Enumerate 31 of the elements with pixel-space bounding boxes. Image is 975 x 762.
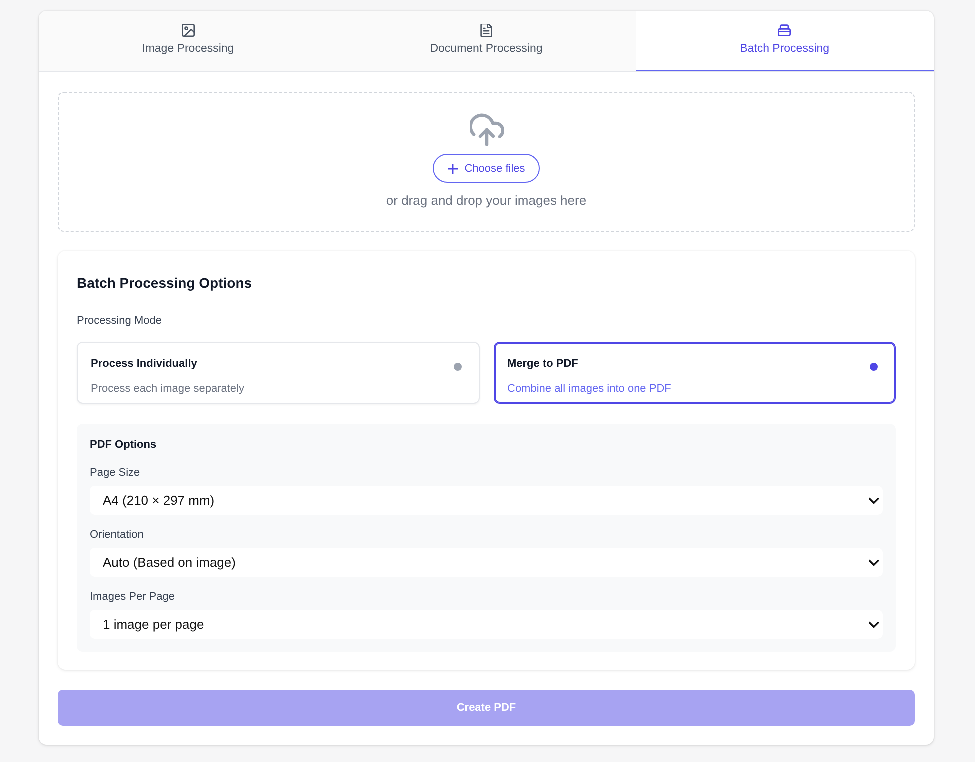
option-title: Merge to PDF bbox=[508, 357, 580, 372]
select-field[interactable]: 1 image per page bbox=[90, 610, 883, 639]
document-icon bbox=[480, 24, 493, 37]
section-title: Batch Processing Options bbox=[77, 274, 252, 293]
image-icon bbox=[182, 24, 195, 37]
chevron-down-icon bbox=[869, 620, 879, 630]
option-description: Process each image separately bbox=[91, 382, 246, 397]
tab[interactable]: Image Processing bbox=[39, 11, 338, 71]
choose-files-button[interactable]: Choose files bbox=[433, 154, 540, 183]
chevron-down-icon bbox=[869, 496, 879, 506]
option-description: Combine all images into one PDF bbox=[508, 382, 672, 397]
field-label: Orientation bbox=[90, 528, 144, 543]
select-field[interactable]: A4 (210 × 297 mm) bbox=[90, 486, 883, 515]
field-label: Images Per Page bbox=[90, 590, 175, 605]
mode-option[interactable]: Process Individually Process each image separately bbox=[77, 342, 480, 404]
radio-dot-icon bbox=[454, 363, 462, 371]
drop-hint: or drag and drop your images here bbox=[386, 193, 587, 209]
chevron-down-icon bbox=[869, 558, 879, 568]
option-title: Process Individually bbox=[91, 357, 198, 372]
plus-icon bbox=[448, 164, 458, 174]
mode-option[interactable]: Merge to PDF Combine all images into one PDF bbox=[494, 342, 896, 404]
select-field[interactable]: Auto (Based on image) bbox=[90, 548, 883, 577]
field-label: Processing Mode bbox=[77, 314, 162, 329]
tab[interactable]: Document Processing bbox=[337, 11, 636, 71]
drop-zone[interactable]: Choose files or drag and drop your images here bbox=[58, 92, 915, 232]
radio-dot-icon bbox=[870, 363, 878, 371]
tab[interactable]: Batch Processing bbox=[636, 11, 934, 71]
field-label: Page Size bbox=[90, 466, 140, 481]
subsection-title: PDF Options bbox=[90, 438, 157, 453]
cloud-upload-icon bbox=[470, 113, 504, 147]
stacked-boxes-icon bbox=[778, 24, 792, 37]
